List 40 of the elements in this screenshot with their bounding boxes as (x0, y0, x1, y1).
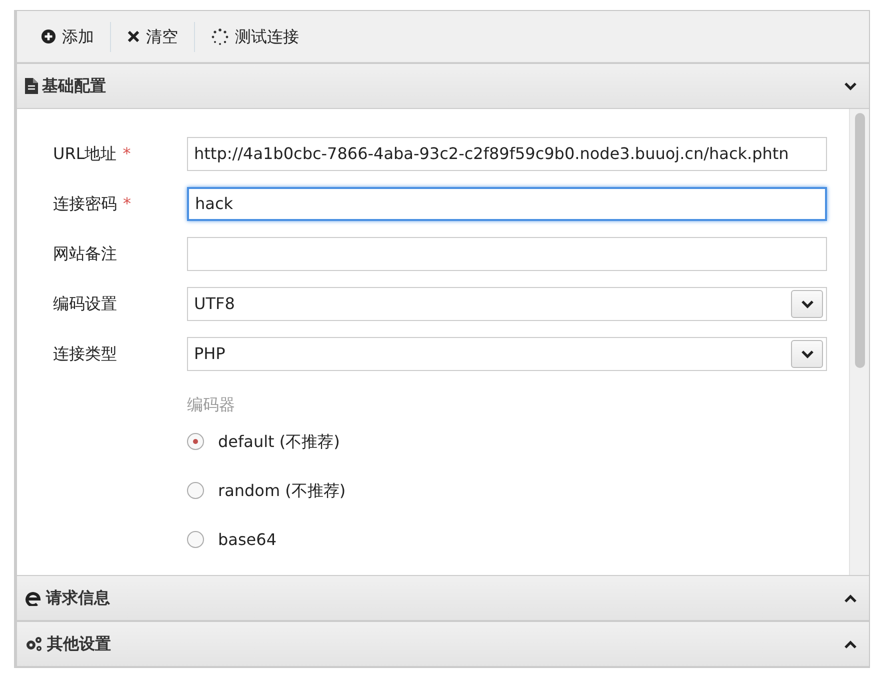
spinner-icon (211, 28, 229, 46)
select-field[interactable]: PHP (187, 337, 827, 371)
field-label: 编码设置 (53, 294, 117, 313)
toolbar-button[interactable]: 清空 (117, 20, 188, 52)
field-label: 网站备注 (53, 244, 117, 263)
radio-button[interactable] (187, 482, 204, 499)
expand-chevron-icon[interactable] (844, 594, 857, 602)
radio-label: random (不推荐) (218, 480, 346, 502)
radio-button[interactable] (187, 531, 204, 548)
section-title: 基础配置 (42, 75, 106, 97)
toolbar-button[interactable]: 添加 (31, 20, 104, 52)
field-label: URL地址 (53, 144, 117, 163)
input-field[interactable]: http://4a1b0cbc-7866-4aba-93c2-c2f89f59c9b0.node3.buuoj.cn/hack.phtn (187, 137, 827, 171)
e-letter-icon (25, 590, 42, 606)
gears-icon (25, 636, 43, 652)
toolbar-button[interactable]: 测试连接 (201, 20, 309, 52)
input-field[interactable]: hack (187, 187, 827, 221)
radio-label: default (不推荐) (218, 430, 340, 452)
collapse-chevron-icon[interactable] (844, 82, 857, 90)
plus-circle-icon (41, 29, 56, 44)
scrollbar[interactable] (849, 109, 869, 575)
input-field[interactable] (187, 237, 827, 271)
file-icon (25, 78, 38, 94)
section-header[interactable]: 基础配置 (17, 63, 869, 109)
section-title: 其他设置 (47, 633, 111, 655)
select-field[interactable]: UTF8 (187, 287, 827, 321)
radio-label: base64 (218, 528, 276, 550)
radio-button[interactable] (187, 433, 204, 450)
expand-chevron-icon[interactable] (844, 640, 857, 648)
close-icon (127, 30, 140, 43)
field-label: 连接类型 (53, 344, 117, 363)
section-title: 请求信息 (46, 587, 110, 609)
required-mark: * (122, 144, 131, 163)
dropdown-caret-icon[interactable] (791, 340, 823, 368)
required-mark: * (123, 194, 131, 213)
section-header[interactable]: 请求信息 (17, 575, 869, 621)
section-header[interactable]: 其他设置 (17, 621, 869, 667)
field-label: 连接密码 (53, 194, 117, 213)
dropdown-caret-icon[interactable] (791, 290, 823, 318)
encoder-label: 编码器 (187, 394, 236, 416)
